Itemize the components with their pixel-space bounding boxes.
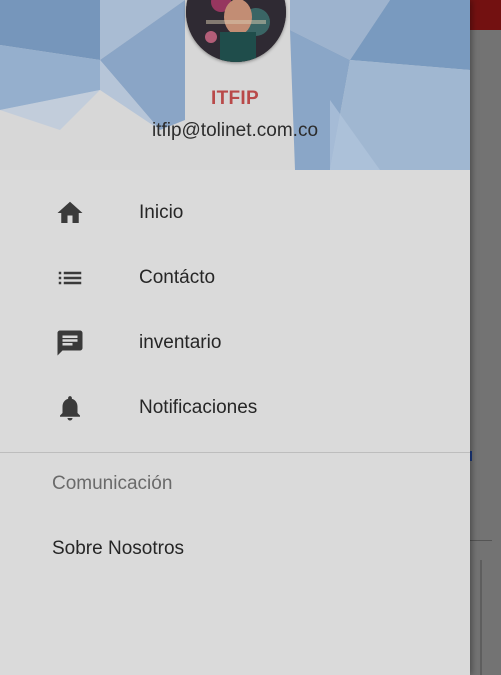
menu-item-label: Inicio: [139, 201, 184, 223]
menu-item-label: inventario: [139, 331, 222, 353]
home-icon: [53, 196, 87, 230]
bell-icon: [53, 391, 87, 425]
list-icon: [53, 261, 87, 295]
menu-item-label: Sobre Nosotros: [52, 538, 185, 559]
menu-item-sobre-nosotros[interactable]: Sobre Nosotros: [0, 520, 470, 580]
menu-item-label: Notificaciones: [139, 396, 258, 418]
screen: ITFIP itfip@tolinet.com.co Inicio Contác…: [0, 0, 501, 675]
menu-item-notificaciones[interactable]: Notificaciones: [0, 375, 470, 440]
menu-item-inicio[interactable]: Inicio: [0, 180, 470, 245]
drawer-divider: [0, 452, 470, 453]
message-icon: [53, 326, 87, 360]
menu-item-label: Contácto: [139, 266, 216, 288]
drawer-header: ITFIP itfip@tolinet.com.co: [0, 0, 470, 170]
menu-item-inventario[interactable]: inventario: [0, 310, 470, 375]
drawer-menu: Inicio Contácto inventario Notificacione…: [0, 180, 470, 440]
menu-item-contacto[interactable]: Contácto: [0, 245, 470, 310]
header-name: ITFIP: [211, 88, 259, 109]
header-email: itfip@tolinet.com.co: [151, 120, 319, 141]
section-title-comunicacion: Comunicación: [52, 473, 173, 494]
navigation-drawer: ITFIP itfip@tolinet.com.co Inicio Contác…: [0, 0, 470, 675]
